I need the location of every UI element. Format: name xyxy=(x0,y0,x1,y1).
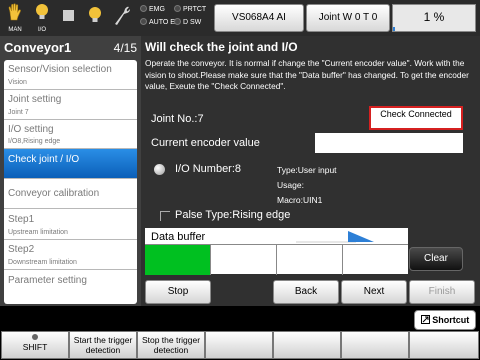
buffer-cells xyxy=(145,244,408,275)
clear-button[interactable]: Clear xyxy=(409,247,463,271)
finish-button[interactable]: Finish xyxy=(409,280,475,304)
speed-indicator[interactable]: 1 % xyxy=(392,4,476,32)
shortcut-icon xyxy=(420,315,430,324)
buffer-cell-3 xyxy=(277,245,343,275)
step-step1[interactable]: Step1 Upstream limitation xyxy=(4,209,137,240)
start-trigger-detection-key[interactable]: Start the trigger detection xyxy=(69,331,137,359)
page-title: Will check the joint and I/O xyxy=(145,40,298,54)
step-label: Parameter setting xyxy=(8,275,87,286)
joint-position-button[interactable]: Joint W 0 T 0 xyxy=(306,4,390,32)
shift-label: SHIFT xyxy=(22,342,48,352)
stop-square-icon xyxy=(63,10,74,21)
page-counter: 4/15 xyxy=(113,41,137,55)
function-key-7[interactable] xyxy=(409,331,479,359)
io-label: I/O xyxy=(37,27,46,33)
shift-indicator-icon xyxy=(32,334,38,340)
stop-trigger-detection-key[interactable]: Stop the trigger detection xyxy=(137,331,205,359)
direction-arrow-icon xyxy=(296,231,374,243)
check-connected-button[interactable]: Check Connected xyxy=(369,106,463,130)
io-number: I/O Number:8 xyxy=(175,163,242,175)
step-list: Sensor/Vision selection Vision Joint set… xyxy=(4,60,137,304)
shortcut-label: Shortcut xyxy=(432,315,470,325)
left-header: Conveyor1 4/15 xyxy=(4,38,137,58)
emg-lamp: EMG xyxy=(140,5,165,13)
io-usage: Usage: xyxy=(277,180,304,190)
next-button[interactable]: Next xyxy=(341,280,407,304)
step-label: Check joint / I/O xyxy=(8,154,80,165)
conveyor-title: Conveyor1 xyxy=(4,40,72,55)
lamp-button[interactable] xyxy=(82,2,108,34)
man-mode-button[interactable]: MAN xyxy=(2,2,28,34)
instruction-text: Operate the conveyor. It is normal if ch… xyxy=(145,58,469,91)
step-label: Conveyor calibration xyxy=(8,188,100,199)
speed-text: 1 % xyxy=(423,10,445,24)
stop-button[interactable]: Stop xyxy=(145,280,211,304)
joint-number: Joint No.:7 xyxy=(151,113,204,125)
encoder-value-field xyxy=(315,133,463,153)
status-lamps: EMG PRTCT AUTO EN D SW xyxy=(138,5,218,31)
io-status-indicator xyxy=(154,164,165,175)
step-sublabel: Upstream limitation xyxy=(8,229,68,236)
step-label: Joint setting xyxy=(8,94,62,105)
step-parameter-setting[interactable]: Parameter setting xyxy=(4,270,137,304)
step-label: I/O setting xyxy=(8,124,54,135)
step-io-setting[interactable]: I/O setting I/O8,Rising edge xyxy=(4,120,137,149)
buffer-cell-1 xyxy=(145,245,211,275)
io-macro: Macro:UIN1 xyxy=(277,195,323,205)
step-check-joint-io[interactable]: Check joint / I/O xyxy=(4,149,137,179)
step-label: Sensor/Vision selection xyxy=(8,64,112,75)
shortcut-button[interactable]: Shortcut xyxy=(414,310,476,330)
function-key-6[interactable] xyxy=(341,331,409,359)
lightbulb-icon xyxy=(89,7,101,22)
buffer-cell-2 xyxy=(211,245,277,275)
function-key-bar: SHIFT Start the trigger detection Stop t… xyxy=(0,330,480,360)
step-label: Step2 xyxy=(8,244,35,255)
function-key-5[interactable] xyxy=(273,331,341,359)
step-label: Step1 xyxy=(8,214,35,225)
function-key-4[interactable] xyxy=(205,331,273,359)
prtct-lamp: PRTCT xyxy=(174,5,206,13)
left-panel: Conveyor1 4/15 Sensor/Vision selection V… xyxy=(0,36,141,306)
step-sublabel: Vision xyxy=(8,79,27,86)
status-bar: MAN I/O EMG PRTCT AUTO EN D SW VS068A4 A… xyxy=(0,0,480,36)
wrench-icon xyxy=(115,6,130,25)
data-buffer-label: Data buffer xyxy=(151,231,206,243)
man-label: MAN xyxy=(8,27,22,33)
encoder-label: Current encoder value xyxy=(151,137,260,149)
back-button[interactable]: Back xyxy=(273,280,339,304)
d-sw-lamp: D SW xyxy=(174,18,201,26)
pulse-checkbox xyxy=(160,211,170,221)
io-button[interactable]: I/O xyxy=(29,2,55,34)
robot-model-button[interactable]: VS068A4 AI xyxy=(214,4,304,32)
step-sensor-vision[interactable]: Sensor/Vision selection Vision xyxy=(4,60,137,90)
main-panel: Will check the joint and I/O Operate the… xyxy=(141,36,480,306)
step-sublabel: Downstream limitation xyxy=(8,259,77,266)
step-joint-setting[interactable]: Joint setting Joint 7 xyxy=(4,90,137,120)
pulse-type-label: Palse Type:Rising edge xyxy=(175,209,291,221)
tool-button[interactable] xyxy=(108,2,134,34)
buffer-cell-4 xyxy=(343,245,408,275)
step-sublabel: I/O8,Rising edge xyxy=(8,138,61,145)
step-conveyor-calibration[interactable]: Conveyor calibration xyxy=(4,179,137,209)
bulb-icon xyxy=(36,4,48,19)
stop-button[interactable] xyxy=(56,2,82,34)
step-step2[interactable]: Step2 Downstream limitation xyxy=(4,240,137,270)
shift-key[interactable]: SHIFT xyxy=(1,331,69,359)
step-sublabel: Joint 7 xyxy=(8,109,29,116)
hand-icon xyxy=(8,3,21,21)
io-type: Type:User input xyxy=(277,165,337,175)
